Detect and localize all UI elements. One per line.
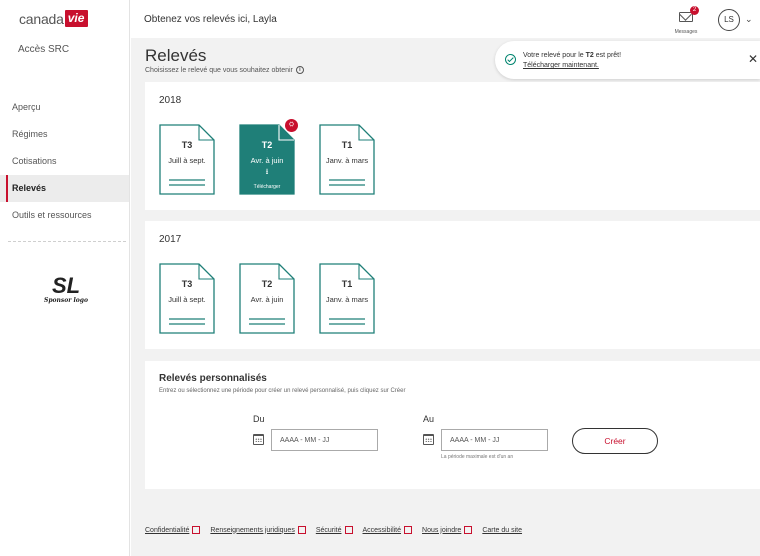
logo-vie-mark: vie <box>64 10 89 27</box>
external-link-icon <box>344 526 353 534</box>
footer-link-label: Nous joindre <box>422 526 462 534</box>
statement-period: Janv. à mars <box>325 295 369 304</box>
statement-quarter: T2 <box>261 140 273 150</box>
toast-text-after: est prêt! <box>593 52 622 59</box>
greeting: Obtenez vos relevés ici, Layla <box>144 14 277 25</box>
footer-link-label: Accessibilité <box>362 526 402 534</box>
external-link-icon <box>297 526 306 534</box>
canada-vie-logo[interactable]: canada vie <box>19 10 89 27</box>
statement-period: Avr. à juin <box>250 295 284 304</box>
statement-period: Juill à sept. <box>168 156 206 165</box>
download-icon: ⭳ <box>265 167 269 176</box>
toast-text-before: Votre relevé pour le <box>523 52 586 59</box>
sidebar: canada vie Accès SRC Aperçu Régimes Coti… <box>0 0 130 556</box>
download-ready-toast: Votre relevé pour le T2 est prêt! Téléch… <box>495 41 760 79</box>
info-icon[interactable]: i <box>295 66 304 74</box>
statement-period: Juill à sept. <box>168 295 206 304</box>
sidebar-item-apercu[interactable]: Aperçu <box>0 94 129 121</box>
sponsor-logo: SL Sponsor logo <box>38 273 94 305</box>
external-link-icon <box>404 526 413 534</box>
footer-link[interactable]: Nous joindre <box>422 526 473 534</box>
from-date-input[interactable] <box>271 429 378 451</box>
chevron-down-icon[interactable]: ⌄ <box>745 14 753 25</box>
account-label: Accès SRC <box>18 44 70 55</box>
footer-link[interactable]: Sécurité <box>316 526 353 534</box>
statement-quarter: T3 <box>181 279 193 289</box>
external-link-icon <box>192 526 201 534</box>
main-content: Relevés Choisissez le relevé que vous so… <box>131 38 760 556</box>
calendar-icon[interactable] <box>253 434 264 445</box>
external-link-icon <box>464 526 473 534</box>
pdf-icon: ⛭ <box>285 119 298 132</box>
footer-link[interactable]: Carte du site <box>482 526 522 534</box>
messages-button[interactable]: 2 Messages <box>666 6 706 35</box>
sidebar-nav: Aperçu Régimes Cotisations Relevés Outil… <box>0 94 129 229</box>
footer-link[interactable]: Renseignements juridiques <box>210 526 306 534</box>
footer-link[interactable]: Confidentialité <box>145 526 201 534</box>
statement-quarter: T2 <box>261 279 273 289</box>
check-circle-icon <box>505 54 516 65</box>
statement-period: Avr. à juin <box>250 156 284 165</box>
statement-tile[interactable]: T3 Juill à sept. <box>159 263 215 334</box>
messages-label: Messages <box>674 29 698 35</box>
statement-period: Janv. à mars <box>325 156 369 165</box>
year-card-2018: 2018 T3 Juill à sept. T2 Avr. à juin ⭳ Téléch… <box>145 82 760 210</box>
messages-count-badge: 2 <box>690 6 699 15</box>
download-label: Télécharger <box>253 184 281 190</box>
footer-links: Confidentialité Renseignements juridiques… <box>145 526 522 534</box>
footer-link-label: Confidentialité <box>145 526 190 534</box>
sidebar-item-outils[interactable]: Outils et ressources <box>0 202 129 229</box>
page-title: Relevés <box>145 46 207 65</box>
footer-link-label: Renseignements juridiques <box>210 526 295 534</box>
sidebar-item-cotisations[interactable]: Cotisations <box>0 148 129 175</box>
calendar-icon[interactable] <box>423 434 434 445</box>
close-icon[interactable]: ✕ <box>748 52 758 66</box>
custom-subtitle: Entrez ou sélectionnez une période pour … <box>159 388 406 394</box>
from-label: Du <box>253 414 265 424</box>
to-label: Au <box>423 414 435 424</box>
toast-download-link[interactable]: Télécharger maintenant. <box>523 62 599 69</box>
footer-link-label: Sécurité <box>315 526 342 534</box>
custom-title: Relevés personnalisés <box>159 373 267 384</box>
statement-tile[interactable]: T2 Avr. à juin <box>239 263 295 334</box>
sidebar-item-regimes[interactable]: Régimes <box>0 121 129 148</box>
footer-link[interactable]: Accessibilité <box>363 526 413 534</box>
statement-quarter: T1 <box>341 140 353 150</box>
sponsor-logo-mark: SL <box>51 273 81 298</box>
custom-statement-card: Relevés personnalisés Entrez ou sélectio… <box>145 361 760 489</box>
footer-link-label: Carte du site <box>482 526 523 534</box>
to-date-input[interactable] <box>441 429 548 451</box>
sponsor-logo-text: Sponsor logo <box>43 297 88 304</box>
statement-quarter: T1 <box>341 279 353 289</box>
statement-tile[interactable]: T1 Janv. à mars <box>319 263 375 334</box>
statement-quarter: T3 <box>181 140 193 150</box>
sidebar-divider <box>8 241 126 242</box>
create-button[interactable]: Créer <box>572 428 658 454</box>
toast-message: Votre relevé pour le T2 est prêt! <box>523 52 621 59</box>
year-heading: 2018 <box>159 95 182 106</box>
top-bar: Obtenez vos relevés ici, Layla 2 Message… <box>131 0 760 38</box>
page-subtitle-text: Choisissez le relevé que vous souhaitez … <box>145 66 293 74</box>
statement-tile[interactable]: T3 Juill à sept. <box>159 124 215 195</box>
statement-tile[interactable]: T1 Janv. à mars <box>319 124 375 195</box>
avatar[interactable]: LS <box>718 9 740 31</box>
year-heading: 2017 <box>159 234 182 245</box>
sidebar-item-releves[interactable]: Relevés <box>0 175 129 202</box>
logo-wordmark: canada <box>19 10 64 27</box>
year-card-2017: 2017 T3 Juill à sept. T2 Avr. à juin T1 Janv.… <box>145 221 760 349</box>
period-hint: La période maximale est d'un an <box>441 454 514 460</box>
statement-tile[interactable]: T2 Avr. à juin ⭳ Télécharger ⛭ <box>239 119 298 195</box>
page-subtitle: Choisissez le relevé que vous souhaitez … <box>145 66 304 74</box>
toast-text-bold: T2 <box>585 52 594 59</box>
